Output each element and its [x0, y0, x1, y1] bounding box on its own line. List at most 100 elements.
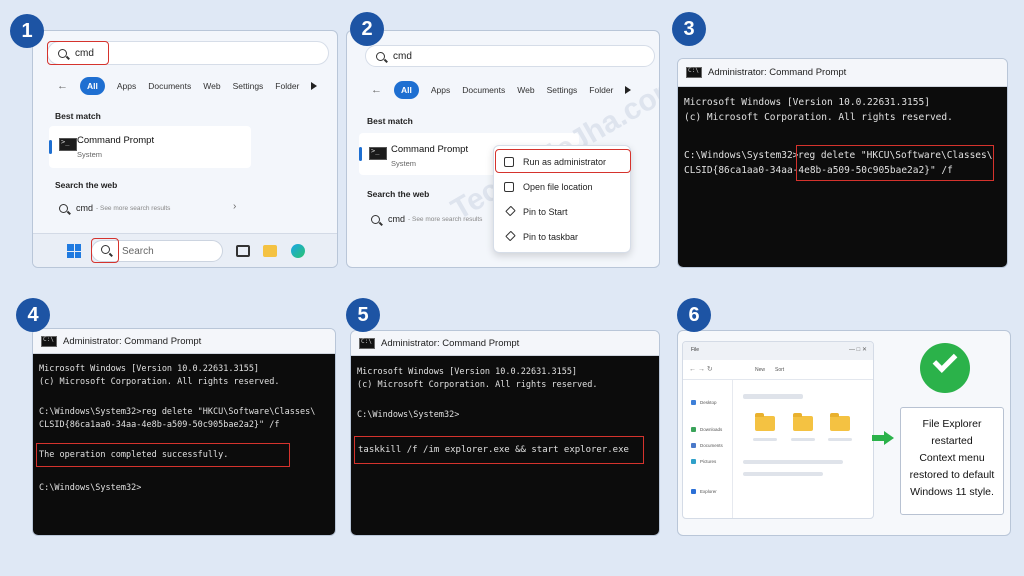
web-search-icon-2 [371, 214, 380, 224]
menu-open-file-location[interactable]: Open file location [504, 182, 593, 192]
explorer-tab-bar: File — □ ✕ [683, 342, 873, 360]
nav-downloads-icon [691, 427, 696, 432]
terminal-4[interactable]: Microsoft Windows [Version 10.0.22631.31… [33, 354, 335, 535]
version-line-3: Microsoft Windows [Version 10.0.22631.31… [684, 97, 930, 108]
note-line-5: Windows 11 style. [910, 486, 994, 498]
filter-settings[interactable]: Settings [233, 81, 264, 91]
note-line-3: Context menu [919, 452, 985, 464]
file-explorer-icon[interactable] [263, 245, 277, 257]
note-line-4: restored to default [909, 469, 995, 481]
nav-documents[interactable]: Documents [700, 443, 723, 448]
reg-full-line-2: CLSID{86ca1aa0-34aa-4e8b-a509-50c905bae2… [39, 420, 280, 430]
web-query: cmd [76, 203, 94, 213]
filter-apps[interactable]: Apps [117, 81, 136, 91]
reg-full-line-1: C:\Windows\System32>reg delete "HKCU\Sof… [39, 407, 316, 417]
cmd-title-bar-5: Administrator: Command Prompt [351, 331, 659, 356]
panel-step-2: cmd ← All Apps Documents Web Settings Fo… [346, 30, 660, 268]
window-controls: — □ ✕ [849, 347, 867, 353]
search-icon-2 [376, 51, 385, 61]
panel-step-4: Administrator: Command Prompt Microsoft … [32, 328, 336, 536]
nav-desktop[interactable]: Desktop [700, 400, 717, 405]
explorer-toolbar: ← → ↻ New Sort [683, 360, 873, 380]
folder-icon-1[interactable] [755, 413, 775, 431]
nav-pictures[interactable]: Pictures [700, 459, 716, 464]
note-line-2: restarted [931, 435, 973, 447]
reg-command-highlight [796, 145, 994, 181]
explorer-toolbar-sort[interactable]: Sort [775, 367, 784, 373]
copyright-line-4: (c) Microsoft Corporation. All rights re… [39, 377, 280, 387]
edge-browser-icon[interactable] [291, 244, 305, 258]
filter-web-2[interactable]: Web [517, 85, 534, 95]
search-web-label: Search the web [55, 180, 118, 190]
search-query-2: cmd [393, 50, 412, 62]
selection-indicator [49, 140, 52, 154]
nav-explorer[interactable]: Explorer [700, 489, 717, 494]
filter-settings-2[interactable]: Settings [547, 85, 578, 95]
panel-step-3: Administrator: Command Prompt Microsoft … [677, 58, 1008, 268]
copyright-line-5: (c) Microsoft Corporation. All rights re… [357, 380, 598, 390]
filter-apps-2[interactable]: Apps [431, 85, 450, 95]
file-explorer-window[interactable]: File — □ ✕ ← → ↻ New Sort Desktop Downlo… [682, 341, 874, 519]
command-prompt-icon-2 [369, 147, 387, 160]
copyright-line-3: (c) Microsoft Corporation. All rights re… [684, 112, 953, 123]
pin-icon-2 [504, 232, 514, 242]
result-command-prompt[interactable]: Command Prompt System [49, 126, 251, 168]
back-arrow-icon[interactable]: ← [57, 80, 68, 92]
check-mark [932, 348, 958, 373]
filter-documents-2[interactable]: Documents [462, 85, 505, 95]
more-filters-icon-2[interactable] [625, 86, 632, 94]
nav-documents-icon [691, 443, 696, 448]
nav-desktop-icon [691, 400, 696, 405]
task-view-icon[interactable] [236, 245, 250, 257]
filter-documents[interactable]: Documents [148, 81, 191, 91]
result-subtitle-2: System [391, 159, 417, 168]
success-check-icon [920, 343, 970, 393]
folder-icon-2[interactable] [793, 413, 813, 431]
search-web-label-2: Search the web [367, 189, 430, 199]
version-line-4: Microsoft Windows [Version 10.0.22631.31… [39, 364, 260, 374]
success-highlight [36, 443, 290, 467]
terminal-3[interactable]: Microsoft Windows [Version 10.0.22631.31… [678, 87, 1007, 267]
step-badge-4: 4 [16, 298, 50, 332]
run-as-admin-highlight [495, 149, 631, 173]
filter-folder-2[interactable]: Folder [589, 85, 613, 95]
command-prompt-icon [59, 138, 77, 151]
web-search-icon [59, 203, 68, 213]
arrow-right-icon [872, 431, 894, 445]
filter-all-2[interactable]: All [394, 81, 419, 99]
web-hint: - See more search results [96, 204, 171, 212]
explorer-nav-pane: Desktop Downloads Documents Pictures Exp… [683, 380, 733, 518]
terminal-5[interactable]: Microsoft Windows [Version 10.0.22631.31… [351, 356, 659, 535]
cmd-title-5: Administrator: Command Prompt [381, 337, 520, 349]
content-header-bar [743, 394, 803, 399]
prompt-line-4: C:\Windows\System32> [39, 483, 142, 493]
filter-all[interactable]: All [80, 77, 105, 95]
nav-downloads[interactable]: Downloads [700, 427, 722, 432]
folder-label-1 [753, 438, 777, 441]
folder-icon-3[interactable] [830, 413, 850, 431]
result-title: Command Prompt [77, 135, 155, 146]
filter-web[interactable]: Web [203, 81, 220, 91]
panel-step-5: Administrator: Command Prompt Microsoft … [350, 330, 660, 536]
chevron-right-icon[interactable]: › [233, 201, 236, 212]
filter-folder[interactable]: Folder [275, 81, 299, 91]
taskkill-highlight [354, 436, 644, 464]
query-highlight [47, 41, 109, 65]
explorer-toolbar-new[interactable]: New [755, 367, 765, 373]
result-title-2: Command Prompt [391, 144, 469, 155]
filter-bar: ← All Apps Documents Web Settings Folder [57, 77, 318, 95]
note-line-1: File Explorer [922, 418, 982, 430]
menu-pin-to-start[interactable]: Pin to Start [504, 207, 568, 217]
folder-icon [504, 182, 514, 192]
web-result[interactable]: cmd - See more search results [59, 203, 170, 213]
web-result-2[interactable]: cmd - See more search results [371, 214, 482, 224]
menu-pin-to-taskbar[interactable]: Pin to taskbar [504, 232, 578, 242]
taskbar: Search [33, 233, 337, 267]
search-input-2[interactable]: cmd [365, 45, 655, 67]
folder-label-2 [791, 438, 815, 441]
back-arrow-icon-2[interactable]: ← [371, 84, 382, 96]
windows-start-icon[interactable] [67, 244, 81, 258]
panel-step-1: cmd ← All Apps Documents Web Settings Fo… [32, 30, 338, 268]
more-filters-icon[interactable] [311, 82, 318, 90]
step-badge-1: 1 [10, 14, 44, 48]
